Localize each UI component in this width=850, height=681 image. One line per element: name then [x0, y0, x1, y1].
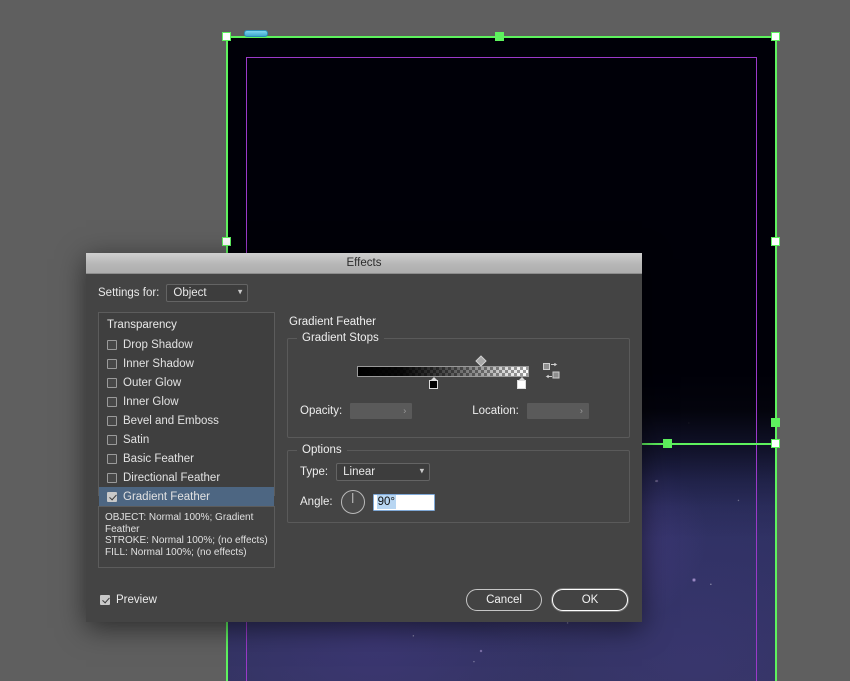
effect-item-bevel-and-emboss[interactable]: Bevel and Emboss — [99, 411, 274, 430]
effect-item-outer-glow[interactable]: Outer Glow — [99, 373, 274, 392]
settings-for-row: Settings for: Object ▾ — [98, 284, 630, 302]
selection-handle-middle-right[interactable] — [771, 237, 780, 246]
content-grabber-badge[interactable] — [244, 30, 268, 37]
effects-dialog[interactable]: Effects Settings for: Object ▾ Transpare… — [86, 253, 642, 622]
stop-swatch-white — [517, 380, 527, 389]
effects-list-header: Transparency — [107, 319, 177, 331]
selection-handle-extra[interactable] — [771, 418, 780, 427]
location-field[interactable]: › — [526, 403, 589, 419]
settings-for-select[interactable]: Object — [166, 284, 249, 302]
effects-left-column: Transparency Drop Shadow Inner Shadow Ou… — [98, 312, 275, 568]
effect-item-directional-feather[interactable]: Directional Feather — [99, 468, 274, 487]
dialog-columns: Transparency Drop Shadow Inner Shadow Ou… — [98, 312, 630, 568]
stop-swatch-black — [429, 380, 439, 389]
checkbox-outer-glow[interactable] — [107, 377, 117, 388]
gradient-ramp-area[interactable] — [357, 355, 533, 389]
effect-label-inner-glow: Inner Glow — [123, 395, 179, 408]
effect-label-directional-feather: Directional Feather — [123, 471, 221, 484]
gradient-ramp[interactable] — [357, 366, 529, 377]
gradient-stops-group: Gradient Stops Opacity: › Location: › — [287, 332, 630, 438]
gradient-midpoint-marker[interactable] — [475, 355, 487, 367]
footer-buttons: Cancel OK — [466, 589, 628, 611]
effects-right-column: Gradient Feather Gradient Stops Opacity:… — [287, 312, 630, 568]
type-select[interactable]: Linear — [336, 463, 431, 481]
effect-item-inner-glow[interactable]: Inner Glow — [99, 392, 274, 411]
effect-item-gradient-feather[interactable]: Gradient Feather — [99, 487, 274, 506]
opacity-location-row: Opacity: › Location: › — [300, 403, 617, 419]
checkbox-basic-feather[interactable] — [107, 453, 117, 464]
selection-handle-top-left[interactable] — [222, 32, 231, 41]
gradient-stops-widget[interactable] — [300, 353, 617, 389]
dialog-footer: Preview Cancel OK — [86, 578, 642, 622]
angle-value: 90° — [376, 495, 396, 509]
effect-label-basic-feather: Basic Feather — [123, 452, 194, 465]
checkbox-gradient-feather[interactable] — [107, 491, 117, 502]
gradient-stops-title: Gradient Stops — [297, 332, 384, 344]
dialog-title-bar[interactable]: Effects — [86, 253, 642, 274]
opacity-field[interactable]: › — [350, 403, 413, 419]
dialog-title: Effects — [346, 257, 382, 269]
options-group: Options Type: Linear ▾ Angle: 90° — [287, 444, 630, 523]
selection-handle-top-right[interactable] — [771, 32, 780, 41]
checkbox-satin[interactable] — [107, 434, 117, 445]
panel-title: Gradient Feather — [289, 316, 376, 328]
angle-dial[interactable] — [340, 490, 365, 514]
checkbox-inner-shadow[interactable] — [107, 358, 117, 369]
checkbox-inner-glow[interactable] — [107, 396, 117, 407]
angle-label: Angle: — [300, 496, 333, 508]
dialog-body: Settings for: Object ▾ Transparency Drop… — [86, 274, 642, 568]
preview-checkbox-row[interactable]: Preview — [100, 594, 157, 606]
selection-handle-top-center[interactable] — [495, 32, 504, 41]
type-label: Type: — [300, 466, 329, 478]
effect-label-gradient-feather: Gradient Feather — [123, 490, 210, 503]
effect-item-basic-feather[interactable]: Basic Feather — [99, 449, 274, 468]
ok-button[interactable]: OK — [552, 589, 628, 611]
effect-item-inner-shadow[interactable]: Inner Shadow — [99, 354, 274, 373]
settings-for-label: Settings for: — [98, 287, 160, 299]
gradient-stop-start[interactable] — [429, 377, 439, 389]
location-label: Location: — [472, 405, 519, 417]
type-row: Type: Linear ▾ — [300, 463, 617, 481]
angle-row: Angle: 90° — [300, 490, 617, 514]
chevron-right-icon: › — [579, 405, 583, 416]
cancel-button[interactable]: Cancel — [466, 589, 542, 611]
angle-input[interactable]: 90° — [372, 493, 435, 511]
effect-label-bevel-and-emboss: Bevel and Emboss — [123, 414, 219, 427]
selection-handle-bottom-right[interactable] — [771, 439, 780, 448]
effect-label-satin: Satin — [123, 433, 150, 446]
margin-guide-top — [246, 57, 757, 58]
options-title: Options — [297, 444, 347, 456]
checkbox-bevel-and-emboss[interactable] — [107, 415, 117, 426]
effect-item-drop-shadow[interactable]: Drop Shadow — [99, 335, 274, 354]
checkbox-preview[interactable] — [100, 595, 110, 605]
effect-label-outer-glow: Outer Glow — [123, 376, 182, 389]
type-select-wrap[interactable]: Linear ▾ — [336, 463, 431, 481]
angle-dial-needle — [351, 493, 354, 503]
preview-label: Preview — [116, 594, 157, 606]
opacity-label: Opacity: — [300, 405, 343, 417]
selection-handle-middle-left[interactable] — [222, 237, 231, 246]
effect-item-satin[interactable]: Satin — [99, 430, 274, 449]
effect-label-drop-shadow: Drop Shadow — [123, 338, 193, 351]
margin-guide-right — [756, 57, 757, 681]
effect-label-inner-shadow: Inner Shadow — [123, 357, 194, 370]
selection-handle-bottom-center[interactable] — [663, 439, 672, 448]
effects-summary: OBJECT: Normal 100%; Gradient Feather ST… — [98, 506, 275, 568]
chevron-right-icon: › — [403, 405, 407, 416]
settings-for-select-wrap[interactable]: Object ▾ — [166, 284, 249, 302]
selection-edge-right[interactable] — [775, 36, 777, 681]
effects-list[interactable]: Transparency Drop Shadow Inner Shadow Ou… — [98, 312, 275, 506]
gradient-stop-end[interactable] — [517, 377, 527, 389]
checkbox-directional-feather[interactable] — [107, 472, 117, 483]
reverse-gradient-icon[interactable] — [543, 362, 560, 379]
checkbox-drop-shadow[interactable] — [107, 339, 117, 350]
